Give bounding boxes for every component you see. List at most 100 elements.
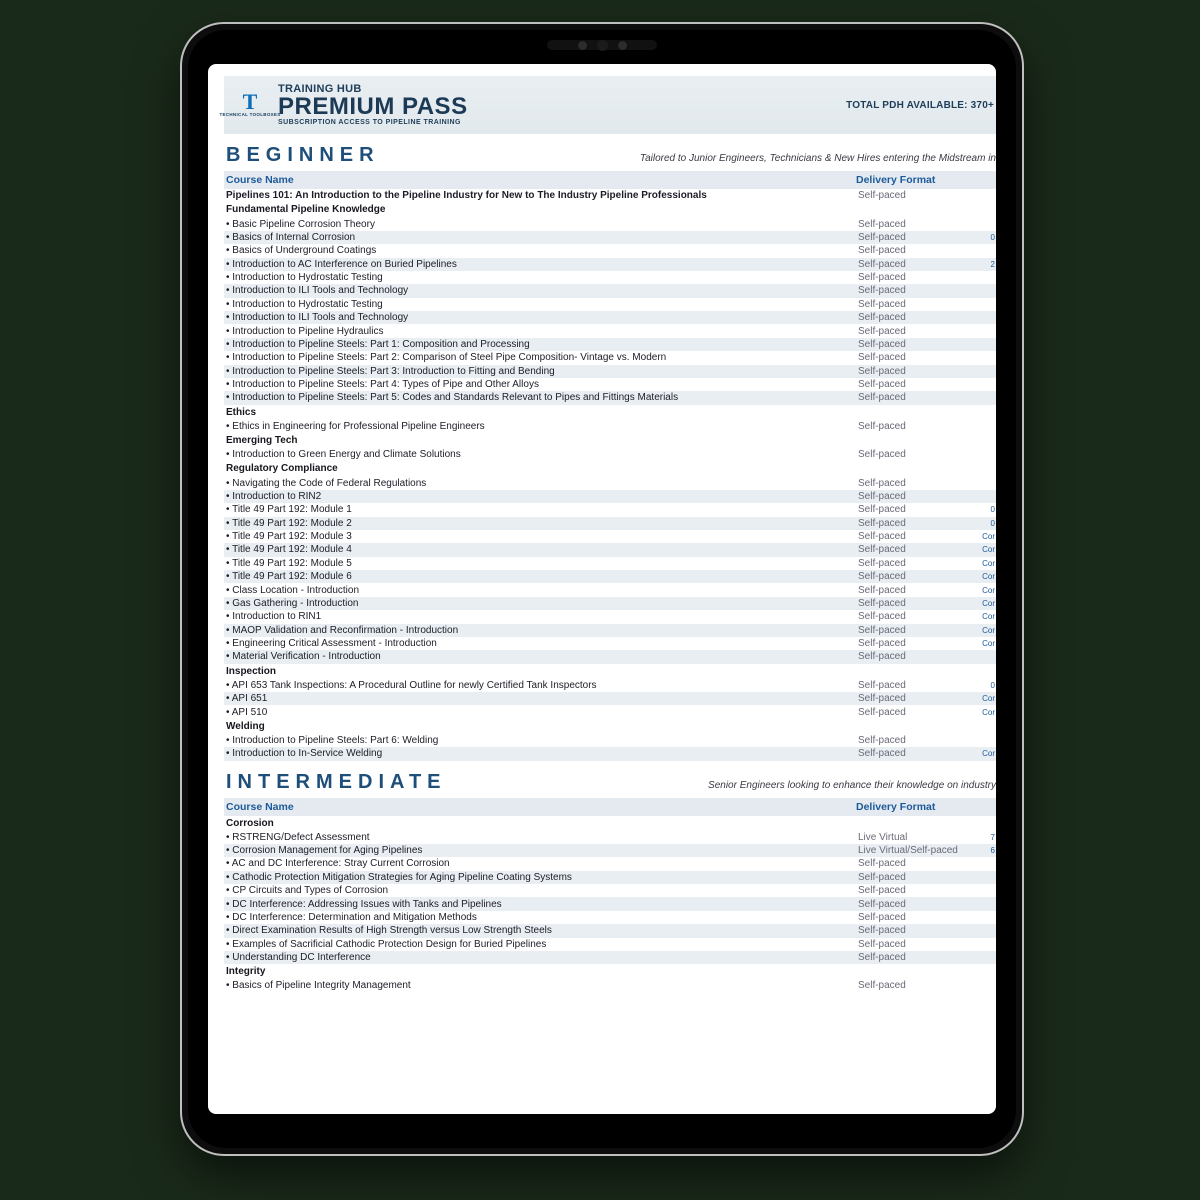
course-row: • Basics of Underground CoatingsSelf-pac… <box>224 244 996 257</box>
course-name: • RSTRENG/Defect Assessment <box>224 831 856 844</box>
course-name: • Direct Examination Results of High Str… <box>224 924 856 937</box>
course-extra <box>976 217 996 230</box>
course-table: Course NameDelivery FormatCorrosion• RST… <box>224 798 996 993</box>
col-delivery-format: Delivery Format <box>856 798 976 816</box>
course-row: • Introduction to Pipeline Steels: Part … <box>224 734 996 747</box>
course-extra: 0 <box>976 503 996 516</box>
course-row: • Introduction to Pipeline Steels: Part … <box>224 365 996 378</box>
course-name: • Introduction to Pipeline Steels: Part … <box>224 378 856 391</box>
course-name: • Title 49 Part 192: Module 6 <box>224 570 856 583</box>
banner-titles: TRAINING HUB PREMIUM PASS SUBSCRIPTION A… <box>278 84 468 126</box>
course-extra: Cor <box>976 637 996 650</box>
delivery-format: Self-paced <box>856 884 976 897</box>
course-name: • Introduction to RIN1 <box>224 610 856 623</box>
course-name: • Navigating the Code of Federal Regulat… <box>224 476 856 489</box>
delivery-format: Self-paced <box>856 610 976 623</box>
course-name: • Introduction to AC Interference on Bur… <box>224 258 856 271</box>
delivery-format: Self-paced <box>856 570 976 583</box>
course-extra <box>976 365 996 378</box>
course-row: • Title 49 Part 192: Module 3Self-pacedC… <box>224 530 996 543</box>
col-delivery-format: Delivery Format <box>856 171 976 189</box>
course-row: • Introduction to Hydrostatic TestingSel… <box>224 298 996 311</box>
course-extra <box>976 448 996 461</box>
delivery-format: Self-paced <box>856 311 976 324</box>
course-name: • Engineering Critical Assessment - Intr… <box>224 637 856 650</box>
document-page: T TECHNICAL TOOLBOXES TRAINING HUB PREMI… <box>208 64 996 1114</box>
header-banner: T TECHNICAL TOOLBOXES TRAINING HUB PREMI… <box>224 76 996 134</box>
course-name: • Title 49 Part 192: Module 3 <box>224 530 856 543</box>
course-extra <box>976 650 996 663</box>
course-extra <box>976 378 996 391</box>
delivery-format: Self-paced <box>856 734 976 747</box>
delivery-format: Self-paced <box>856 583 976 596</box>
course-row: • Direct Examination Results of High Str… <box>224 924 996 937</box>
delivery-format: Self-paced <box>856 338 976 351</box>
level-title: INTERMEDIATE <box>226 771 447 794</box>
course-name: • DC Interference: Determination and Mit… <box>224 911 856 924</box>
course-name: • CP Circuits and Types of Corrosion <box>224 884 856 897</box>
course-extra <box>976 189 996 202</box>
banner-pdh-total: TOTAL PDH AVAILABLE: 370+ <box>846 100 996 111</box>
course-row: • API 653 Tank Inspections: A Procedural… <box>224 679 996 692</box>
course-name: • Title 49 Part 192: Module 5 <box>224 557 856 570</box>
course-extra <box>976 476 996 489</box>
delivery-format: Self-paced <box>856 244 976 257</box>
course-extra: Cor <box>976 610 996 623</box>
course-name: • Basics of Underground Coatings <box>224 244 856 257</box>
course-name: • Understanding DC Interference <box>224 951 856 964</box>
course-extra <box>976 311 996 324</box>
camera-dot <box>578 41 587 50</box>
delivery-format: Self-paced <box>856 897 976 910</box>
course-name: • Introduction to RIN2 <box>224 490 856 503</box>
course-name: • Title 49 Part 192: Module 2 <box>224 517 856 530</box>
delivery-format: Live Virtual/Self-paced <box>856 844 976 857</box>
course-row: • DC Interference: Addressing Issues wit… <box>224 897 996 910</box>
tablet-screen: T TECHNICAL TOOLBOXES TRAINING HUB PREMI… <box>208 64 996 1114</box>
banner-subtitle: SUBSCRIPTION ACCESS TO PIPELINE TRAINING <box>278 119 468 126</box>
course-name: • Cathodic Protection Mitigation Strateg… <box>224 871 856 884</box>
logo-mark: T <box>243 93 258 111</box>
course-name: • API 510 <box>224 705 856 718</box>
course-extra <box>976 884 996 897</box>
course-name: • Basics of Pipeline Integrity Managemen… <box>224 979 856 992</box>
course-row: • Title 49 Part 192: Module 6Self-pacedC… <box>224 570 996 583</box>
delivery-format: Self-paced <box>856 448 976 461</box>
level-title: BEGINNER <box>226 144 380 167</box>
delivery-format: Self-paced <box>856 692 976 705</box>
section-heading: Welding <box>224 719 996 734</box>
level-subtitle: Tailored to Junior Engineers, Technician… <box>640 153 996 164</box>
course-row: • Introduction to Green Energy and Clima… <box>224 448 996 461</box>
delivery-format: Self-paced <box>856 271 976 284</box>
course-row: • RSTRENG/Defect AssessmentLive Virtual7 <box>224 831 996 844</box>
section-heading: Integrity <box>224 964 996 979</box>
section-heading: Emerging Tech <box>224 433 996 448</box>
course-extra <box>976 420 996 433</box>
delivery-format: Self-paced <box>856 557 976 570</box>
course-extra <box>976 938 996 951</box>
delivery-format: Self-paced <box>856 517 976 530</box>
col-course-name: Course Name <box>224 798 856 816</box>
delivery-format: Self-paced <box>856 924 976 937</box>
course-extra <box>976 979 996 992</box>
course-extra <box>976 271 996 284</box>
course-row: • Navigating the Code of Federal Regulat… <box>224 476 996 489</box>
course-row: • Cathodic Protection Mitigation Strateg… <box>224 871 996 884</box>
col-course-name: Course Name <box>224 171 856 189</box>
delivery-format: Self-paced <box>856 871 976 884</box>
course-extra: 6 <box>976 844 996 857</box>
course-name: • Class Location - Introduction <box>224 583 856 596</box>
delivery-format: Self-paced <box>856 597 976 610</box>
delivery-format: Self-paced <box>856 543 976 556</box>
course-name: • Gas Gathering - Introduction <box>224 597 856 610</box>
course-table: Course NameDelivery FormatPipelines 101:… <box>224 171 996 761</box>
course-extra: 2 <box>976 258 996 271</box>
logo-wordmark: TECHNICAL TOOLBOXES <box>219 113 280 118</box>
course-extra <box>976 391 996 404</box>
course-extra: Cor <box>976 705 996 718</box>
delivery-format: Self-paced <box>856 351 976 364</box>
course-name: • Introduction to ILI Tools and Technolo… <box>224 311 856 324</box>
course-name: • Introduction to Pipeline Steels: Part … <box>224 391 856 404</box>
course-row: • API 651Self-pacedCor <box>224 692 996 705</box>
delivery-format: Self-paced <box>856 679 976 692</box>
course-extra <box>976 338 996 351</box>
